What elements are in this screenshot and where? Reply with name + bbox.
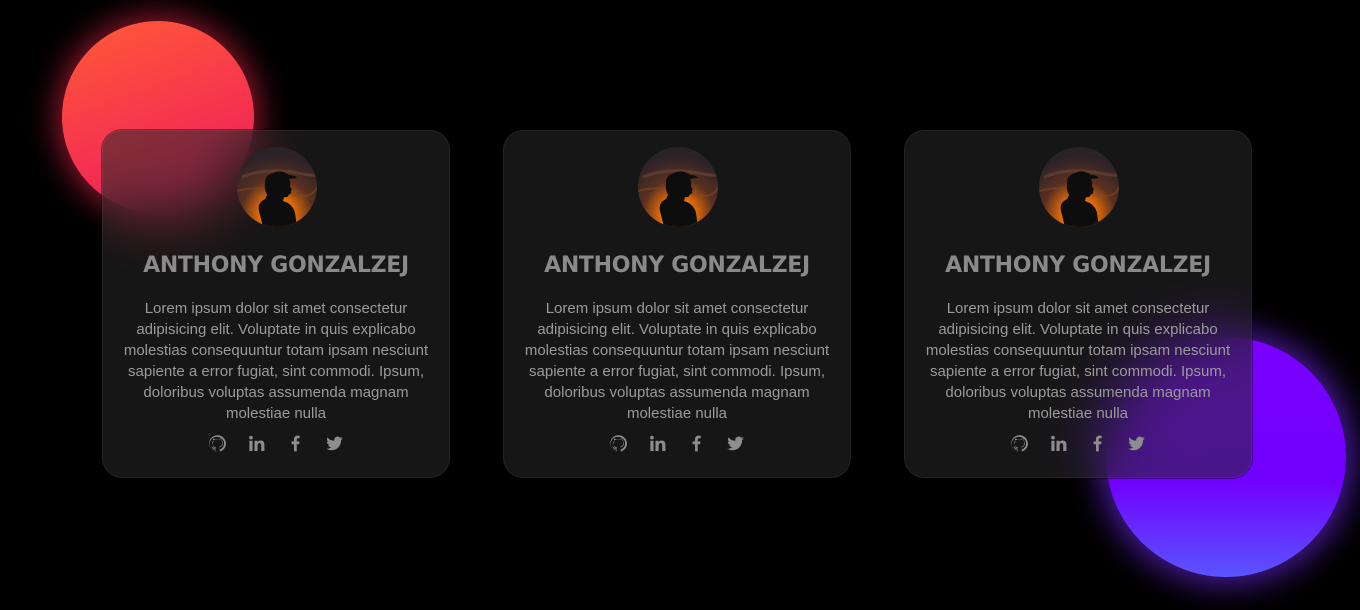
linkedin-icon[interactable]: [247, 433, 267, 453]
social-links: [905, 433, 1251, 457]
github-icon[interactable]: [1010, 433, 1030, 453]
social-links: [504, 433, 850, 457]
twitter-icon[interactable]: [726, 433, 746, 453]
profile-bio: Lorem ipsum dolor sit amet consectetur a…: [524, 300, 830, 422]
profile-card: ANTHONY GONZALZEJ Lorem ipsum dolor sit …: [503, 130, 851, 478]
linkedin-icon[interactable]: [1049, 433, 1069, 453]
profile-name: ANTHONY GONZALZEJ: [945, 253, 1211, 278]
profile-name: ANTHONY GONZALZEJ: [544, 253, 810, 278]
profile-bio: Lorem ipsum dolor sit amet consectetur a…: [123, 300, 429, 422]
avatar: [1039, 147, 1119, 227]
profile-bio: Lorem ipsum dolor sit amet consectetur a…: [925, 300, 1231, 422]
avatar: [638, 147, 718, 227]
github-icon[interactable]: [208, 433, 228, 453]
social-links: [103, 433, 449, 457]
profile-card: ANTHONY GONZALZEJ Lorem ipsum dolor sit …: [904, 130, 1252, 478]
twitter-icon[interactable]: [325, 433, 345, 453]
linkedin-icon[interactable]: [648, 433, 668, 453]
profile-card: ANTHONY GONZALZEJ Lorem ipsum dolor sit …: [102, 130, 450, 478]
twitter-icon[interactable]: [1127, 433, 1147, 453]
facebook-icon[interactable]: [687, 433, 707, 453]
profile-name: ANTHONY GONZALZEJ: [143, 253, 409, 278]
github-icon[interactable]: [609, 433, 629, 453]
facebook-icon[interactable]: [286, 433, 306, 453]
facebook-icon[interactable]: [1088, 433, 1108, 453]
avatar: [237, 147, 317, 227]
